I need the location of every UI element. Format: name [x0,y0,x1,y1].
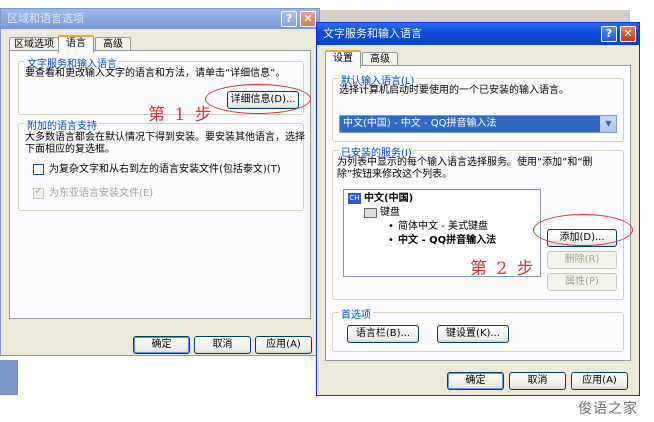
background-area [0,360,320,422]
selected-value: 中文(中国) - 中文 - QQ拼音输入法 [343,118,497,129]
ok-button[interactable]: 确定 [133,336,190,354]
key-settings-button[interactable]: 键设置(K)... [437,325,509,343]
group-description-line2: 除”按钮来修改这个列表。 [337,169,453,180]
default-input-language-group: 默认输入语言(L) 选择计算机启动时要使用的一个已安装的输入语言。 中文(中国)… [332,72,624,142]
text-services-window: 文字服务和输入语言 ? ✕ 设置 高级 默认输入语言(L) 选择计算机启动时要使… [316,22,640,396]
apply-button[interactable]: 应用(A) [255,336,312,354]
tree-bullet: • [388,235,394,246]
close-button[interactable]: ✕ [620,26,636,42]
tab-advanced[interactable]: 高级 [362,52,398,66]
watermark: 俊语之家 [578,401,638,417]
tree-bullet: • [388,221,394,232]
east-asian-checkbox [33,186,44,199]
properties-button: 属性(P) [547,273,617,291]
supplemental-language-group: 附加的语言支持 大多数语言都会在默认情况下得到安装。要安装其他语言，选择 下面相… [18,117,305,211]
complex-script-checkbox[interactable] [33,164,44,175]
cancel-button[interactable]: 取消 [509,372,566,390]
tree-language[interactable]: 中文(中国) [364,193,413,205]
group-description-line1: 大多数语言都会在默认情况下得到安装。要安装其他语言，选择 [25,132,305,143]
preferences-group: 首选项 语言栏(B)... 键设置(K)... [332,306,624,352]
apply-button[interactable]: 应用(A) [571,372,628,390]
ok-button[interactable]: 确定 [447,372,504,390]
background-stripe [0,360,18,395]
close-button[interactable]: ✕ [300,11,316,27]
chevron-down-icon[interactable]: ▼ [600,116,616,132]
language-bar-button[interactable]: 语言栏(B)... [347,325,419,343]
step1-annotation: 第 1 步 [148,105,214,125]
step2-highlight-ellipse [533,214,633,246]
group-title: 附加的语言支持 [25,117,99,132]
tab-regional-options[interactable]: 区域选项 [9,37,59,51]
east-asian-label: 为东亚语言安装文件(E) [49,188,154,199]
tab-settings[interactable]: 设置 [325,50,361,68]
default-language-select[interactable]: 中文(中国) - 中文 - QQ拼音输入法 ▼ [339,115,617,133]
cancel-button[interactable]: 取消 [194,336,251,354]
group-description-line1: 为列表中显示的每个输入语言选择服务。使用“添加”和“删 [337,157,593,168]
tree-item-us-keyboard[interactable]: 简体中文 - 美式键盘 [398,221,488,233]
group-description: 选择计算机启动时要使用的一个已安装的输入语言。 [339,85,569,96]
group-description: 要查看和更改输入文字的语言和方法，请单击“详细信息”。 [25,68,286,79]
tab-panel: 默认输入语言(L) 选择计算机启动时要使用的一个已安装的输入语言。 中文(中国)… [325,65,631,361]
group-description-line2: 下面相应的复选框。 [25,144,115,155]
remove-button: 删除(R) [547,251,617,269]
window-title: 文字服务和输入语言 [323,27,422,40]
tree-keyboard[interactable]: 键盘 [380,207,400,219]
step1-highlight-ellipse [205,84,311,114]
tab-advanced[interactable]: 高级 [95,37,131,51]
help-button[interactable]: ? [281,11,297,27]
titlebar: 文字服务和输入语言 ? ✕ [317,23,639,45]
tree-item-qq-pinyin[interactable]: 中文 - QQ拼音输入法 [398,235,496,247]
titlebar: 区域和语言选项 ? ✕ [1,9,319,29]
tab-strip: 设置 高级 [325,50,625,68]
window-title: 区域和语言选项 [7,12,84,25]
step2-annotation: 第 2 步 [470,259,536,279]
regional-language-options-window: 区域和语言选项 ? ✕ 区域选项 语言 高级 文字服务和输入语言 要查看和更改输… [0,8,320,356]
group-title: 首选项 [339,306,373,321]
tab-strip: 区域选项 语言 高级 [9,35,309,53]
keyboard-language-icon: CH [348,193,361,204]
tab-languages[interactable]: 语言 [58,35,94,53]
complex-script-label[interactable]: 为复杂文字和从右到左的语言安装文件(包括泰文)(T) [49,164,281,176]
help-button[interactable]: ? [601,26,617,42]
keyboard-icon [364,208,377,218]
